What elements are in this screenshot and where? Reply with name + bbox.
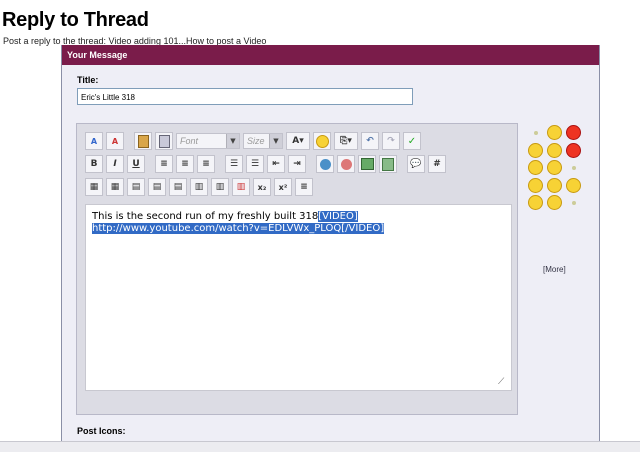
unlink-icon[interactable]	[337, 155, 355, 173]
panel-header: Your Message	[62, 45, 599, 65]
underline-button[interactable]: U	[127, 155, 145, 173]
insert-col-icon[interactable]: ▥	[190, 178, 208, 196]
chevron-down-icon: ▼	[269, 134, 282, 148]
smilie-icon[interactable]	[528, 178, 543, 193]
switch-mode-icon[interactable]: A	[106, 132, 124, 150]
paste-text-icon[interactable]	[155, 132, 173, 150]
smilie-icon[interactable]	[547, 195, 562, 210]
smilie-icon[interactable]	[566, 125, 581, 140]
image-icon[interactable]	[358, 155, 376, 173]
toolbar-row-3: ▦ ▦ ▤ ▤ ▤ ▥ ▥ ▥ x₂ x² ≡	[85, 178, 313, 196]
message-selection-1: [VIDEO]	[318, 211, 358, 222]
page-title: Reply to Thread	[2, 9, 149, 31]
smilie-icon[interactable]	[547, 143, 562, 158]
code-button[interactable]: #	[428, 155, 446, 173]
more-smilies-link[interactable]: [More]	[543, 265, 566, 274]
outdent-icon[interactable]: ⇤	[267, 155, 285, 173]
smilie-icon[interactable]	[528, 143, 543, 158]
editor: A A Font ▼ Size ▼ A▾ ⎘▾ ↶ ↷ ✓ B I U ≡ ≡ ≡ …	[76, 123, 518, 415]
undo-icon[interactable]: ↶	[361, 132, 379, 150]
smilie-icon[interactable]	[313, 132, 331, 150]
size-select[interactable]: Size ▼	[243, 133, 283, 149]
status-bar	[0, 441, 640, 452]
smilie-icon[interactable]	[572, 166, 576, 170]
subscript-icon[interactable]: x₂	[253, 178, 271, 196]
title-input[interactable]: Eric's Little 318	[77, 88, 413, 105]
smilie-icon[interactable]	[528, 195, 543, 210]
chevron-down-icon: ▼	[226, 134, 239, 148]
smilie-icon[interactable]	[547, 125, 562, 140]
link-icon[interactable]	[316, 155, 334, 173]
smilie-icon[interactable]	[534, 131, 538, 135]
delete-col-icon[interactable]: ▥	[211, 178, 229, 196]
superscript-icon[interactable]: x²	[274, 178, 292, 196]
indent-icon[interactable]: ⇥	[288, 155, 306, 173]
align-center-icon[interactable]: ≡	[176, 155, 194, 173]
smilie-icon[interactable]	[566, 178, 581, 193]
align-right-icon[interactable]: ≡	[197, 155, 215, 173]
font-select[interactable]: Font ▼	[176, 133, 240, 149]
spellcheck-icon[interactable]: ✓	[403, 132, 421, 150]
toolbar-row-2: B I U ≡ ≡ ≡ ☰ ☰ ⇤ ⇥ 💬 #	[85, 155, 446, 173]
post-icons-label: Post Icons:	[77, 426, 126, 436]
smilie-icon[interactable]	[547, 178, 562, 193]
toolbar-row-1: A A Font ▼ Size ▼ A▾ ⎘▾ ↶ ↷ ✓	[85, 132, 421, 150]
resize-grip-icon[interactable]: ⟋	[498, 377, 508, 387]
message-textarea[interactable]: This is the second run of my freshly bui…	[85, 204, 512, 391]
title-label: Title:	[77, 75, 99, 85]
delete-row-icon[interactable]: ▤	[169, 178, 187, 196]
paste-icon[interactable]	[134, 132, 152, 150]
insert-row-icon[interactable]: ▤	[148, 178, 166, 196]
message-panel: Your Message Title: Eric's Little 318 A …	[61, 45, 600, 452]
ordered-list-icon[interactable]: ☰	[225, 155, 243, 173]
unordered-list-icon[interactable]: ☰	[246, 155, 264, 173]
smilie-icon[interactable]	[572, 201, 576, 205]
smilie-icon[interactable]	[528, 160, 543, 175]
video-icon[interactable]	[379, 155, 397, 173]
message-text: This is the second run of my freshly bui…	[92, 211, 319, 222]
bold-button[interactable]: B	[85, 155, 103, 173]
message-selection-2: http://www.youtube.com/watch?v=EDLVWx_PL…	[92, 223, 385, 234]
horizontal-rule-icon[interactable]: ≡	[295, 178, 313, 196]
redo-icon[interactable]: ↷	[382, 132, 400, 150]
table-icon[interactable]: ▦	[85, 178, 103, 196]
table-props-icon[interactable]: ▦	[106, 178, 124, 196]
smilie-icon[interactable]	[566, 143, 581, 158]
italic-button[interactable]: I	[106, 155, 124, 173]
smilie-icon[interactable]	[547, 160, 562, 175]
text-color-icon[interactable]: A▾	[286, 132, 310, 150]
quote-icon[interactable]: 💬	[407, 155, 425, 173]
cell-props-icon[interactable]: ▤	[127, 178, 145, 196]
merge-cells-icon[interactable]: ▥	[232, 178, 250, 196]
smilies-box	[528, 125, 588, 211]
align-left-icon[interactable]: ≡	[155, 155, 173, 173]
remove-format-icon[interactable]: A	[85, 132, 103, 150]
attach-icon[interactable]: ⎘▾	[334, 132, 358, 150]
